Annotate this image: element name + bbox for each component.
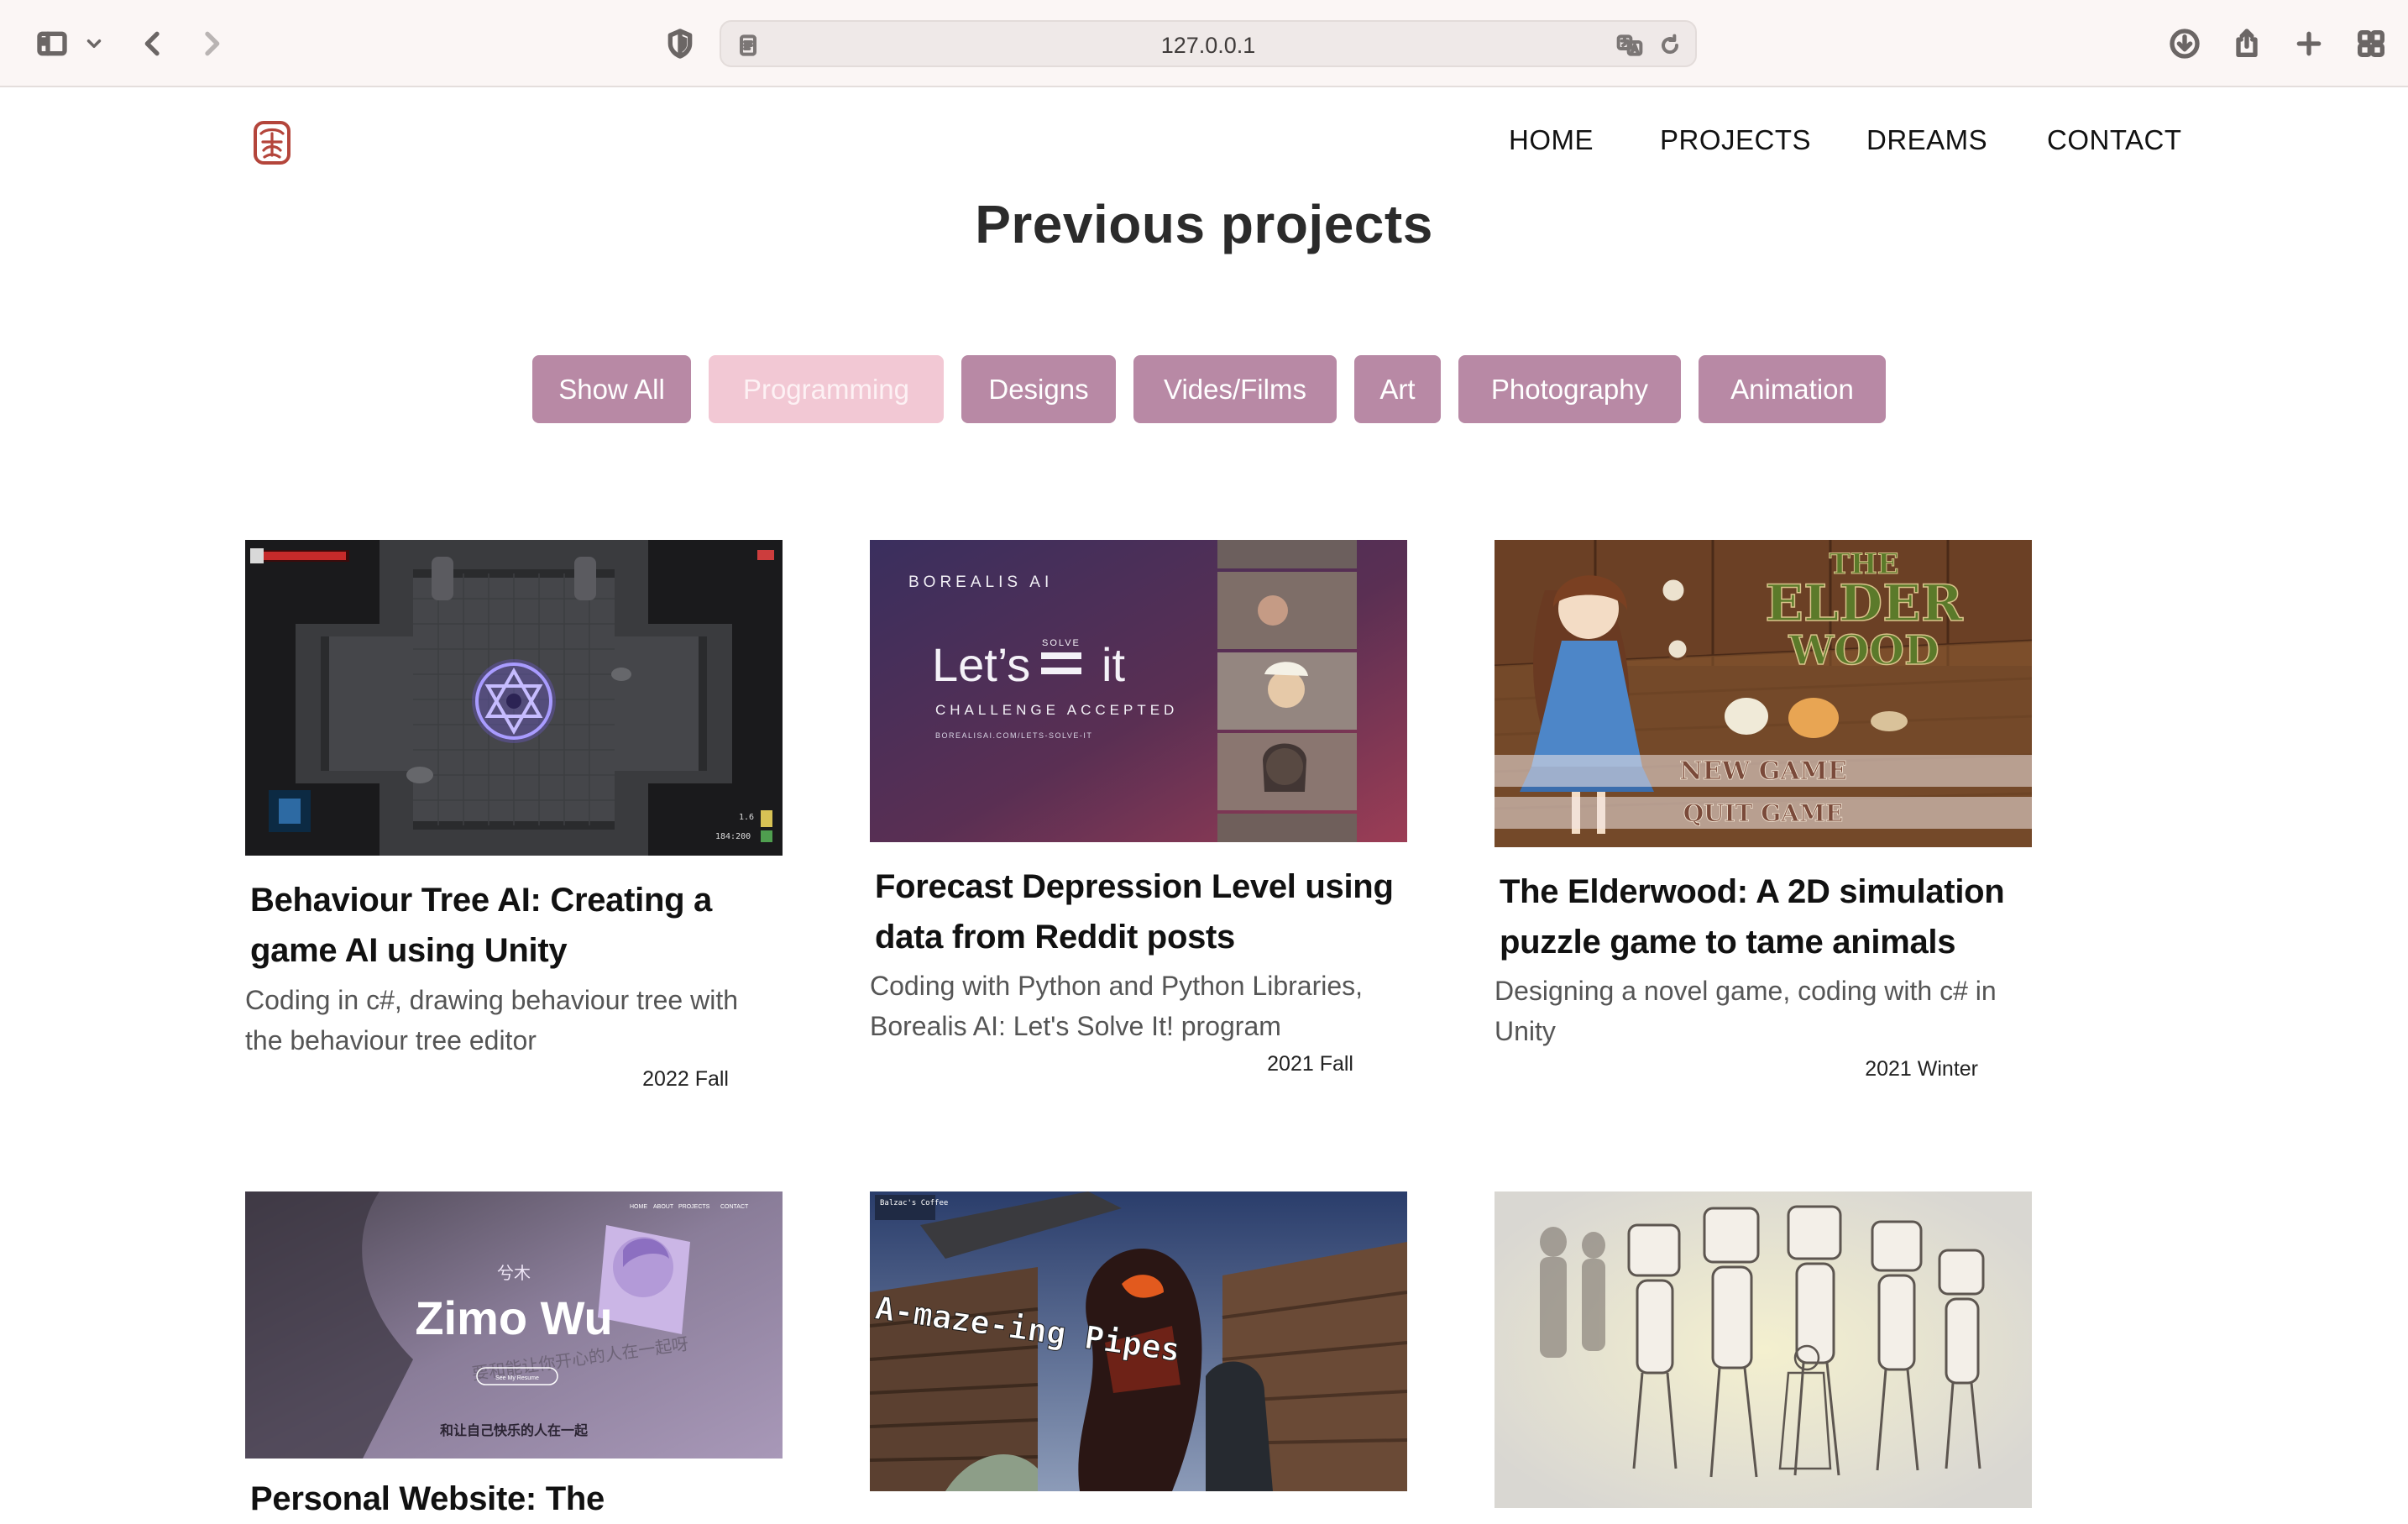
project-title[interactable]: Personal Website: The	[250, 1474, 777, 1524]
share-icon[interactable]	[2225, 22, 2269, 65]
nav-contact[interactable]: CONTACT	[2047, 124, 2182, 156]
filter-designs[interactable]: Designs	[961, 355, 1116, 423]
project-title[interactable]: Behaviour Tree AI: Creating a game AI us…	[250, 875, 777, 976]
thumb-nav-home: HOME	[630, 1204, 647, 1210]
hud-zoom-text: 1.6	[739, 813, 754, 822]
forward-icon[interactable]	[190, 22, 233, 65]
browser-toolbar: 127.0.0.1	[0, 0, 2408, 87]
privacy-shield-icon[interactable]	[658, 22, 702, 65]
project-thumbnail-pipes[interactable]: Balzac's Coffee A-maze-ing Pipes	[870, 1191, 1407, 1491]
filter-show-all[interactable]: Show All	[532, 355, 691, 423]
translate-icon[interactable]	[1613, 29, 1646, 62]
project-description: Designing a novel game, coding with c# i…	[1495, 976, 1997, 1046]
filter-animation[interactable]: Animation	[1699, 355, 1886, 423]
project-title[interactable]: The Elderwood: A 2D simulation puzzle ga…	[1500, 867, 2027, 967]
project-thumbnail-robots[interactable]	[1495, 1191, 2032, 1508]
filter-art[interactable]: Art	[1354, 355, 1441, 423]
thumb-nav-about: ABOUT	[653, 1204, 674, 1210]
tab-overview-icon[interactable]	[2349, 22, 2393, 65]
project-card[interactable]	[1495, 1191, 2032, 1508]
borealis-brand-text: BOREALIS AI	[908, 573, 1053, 591]
project-title[interactable]: Forecast Depression Level using data fro…	[875, 862, 1402, 962]
project-thumbnail-elderwood[interactable]: THE ELDER WOOD NEW GAME QUIT GAME	[1495, 540, 2032, 847]
chevron-down-icon[interactable]	[77, 22, 111, 65]
quit-game-text: QUIT GAME	[1683, 799, 1843, 827]
balzac-corner-text: Balzac's Coffee	[880, 1199, 948, 1207]
project-description: Coding in c#, drawing behaviour tree wit…	[245, 985, 738, 1055]
project-thumbnail-website[interactable]: HOME ABOUT PROJECTS CONTACT 兮木 Zimo Wu 要…	[245, 1191, 783, 1459]
thumb-bottom-text: 和让自己快乐的人在一起	[440, 1422, 589, 1438]
project-thumbnail-borealis[interactable]: BOREALIS AI Let’s SOLVE it CHALLENGE ACC…	[870, 540, 1407, 842]
thumb-name: Zimo Wu	[415, 1291, 612, 1344]
project-date: 2021 Fall	[1267, 1052, 1353, 1076]
address-bar[interactable]: 127.0.0.1	[720, 20, 1697, 67]
new-tab-icon[interactable]	[2287, 22, 2331, 65]
thumb-nav-contact: CONTACT	[720, 1204, 749, 1210]
project-card[interactable]: 1.6 184:200 Behaviour Tree AI: Creating …	[245, 540, 783, 1094]
project-card[interactable]: HOME ABOUT PROJECTS CONTACT 兮木 Zimo Wu 要…	[245, 1191, 783, 1517]
project-description: Coding with Python and Python Libraries,…	[870, 971, 1364, 1041]
nav-dreams[interactable]: DREAMS	[1866, 124, 1987, 156]
nav-home[interactable]: HOME	[1509, 124, 1594, 156]
sidebar-icon[interactable]	[30, 22, 74, 65]
page-title: Previous projects	[975, 194, 1433, 254]
lets-text: Let’s	[932, 638, 1030, 691]
thumb-resume-button: See My Resume	[495, 1375, 539, 1381]
new-game-text: NEW GAME	[1679, 757, 1846, 786]
project-thumbnail-dungeon[interactable]: 1.6 184:200	[245, 540, 783, 856]
elderwood-logo-line2: ELDER	[1765, 574, 1964, 633]
project-card[interactable]: Balzac's Coffee A-maze-ing Pipes	[870, 1191, 1407, 1491]
filter-videos-films[interactable]: Vides/Films	[1133, 355, 1337, 423]
challenge-text: CHALLENGE ACCEPTED	[935, 702, 1178, 718]
reload-icon[interactable]	[1653, 29, 1687, 62]
it-text: it	[1102, 638, 1125, 691]
site-logo[interactable]	[253, 120, 291, 165]
thumb-nav-projects: PROJECTS	[678, 1204, 710, 1210]
filter-programming[interactable]: Programming	[709, 355, 944, 423]
download-icon[interactable]	[2163, 22, 2206, 65]
thumb-small-name: 兮木	[497, 1264, 531, 1283]
back-icon[interactable]	[131, 22, 175, 65]
project-card[interactable]: BOREALIS AI Let’s SOLVE it CHALLENGE ACC…	[870, 540, 1407, 1086]
nav-projects[interactable]: PROJECTS	[1660, 124, 1811, 156]
borealis-url-text: BOREALISAI.COM/LETS-SOLVE-IT	[935, 731, 1092, 740]
hud-score-text: 184:200	[715, 832, 751, 841]
solve-text: SOLVE	[1042, 638, 1081, 648]
project-date: 2022 Fall	[642, 1067, 729, 1091]
address-text: 127.0.0.1	[1160, 33, 1256, 58]
elderwood-logo-line3: WOOD	[1788, 627, 1939, 674]
project-card[interactable]: THE ELDER WOOD NEW GAME QUIT GAME The El…	[1495, 540, 2032, 1094]
project-date: 2021 Winter	[1865, 1057, 1978, 1081]
filter-photography[interactable]: Photography	[1458, 355, 1681, 423]
